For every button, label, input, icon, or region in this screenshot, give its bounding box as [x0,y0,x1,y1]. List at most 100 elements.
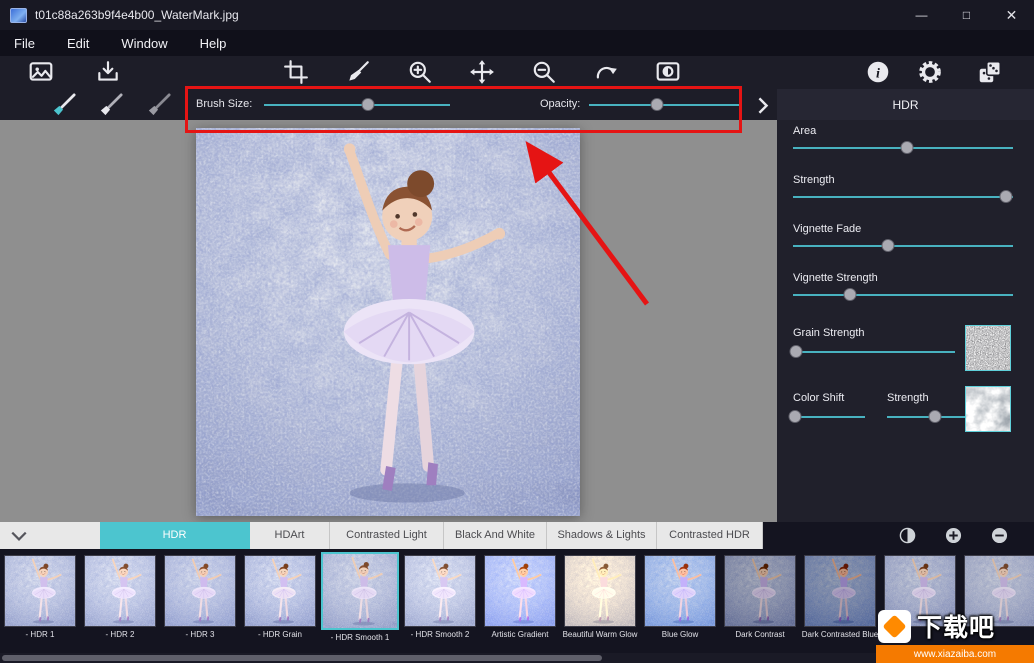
preset-thumbnail[interactable]: - HDR Smooth 2 [400,549,480,653]
preset-category-tab[interactable]: Contrasted HDR [657,522,763,549]
preset-thumbnail[interactable]: - HDR 2 [80,549,160,653]
preset-image[interactable] [164,555,236,627]
tab-label: HDR [163,529,187,541]
area-label: Area [793,125,816,137]
preset-category-tab[interactable]: HDR [100,522,250,549]
preset-image[interactable] [404,555,476,627]
redo-icon[interactable] [593,59,619,85]
preset-category-tab[interactable]: Black And White [444,522,547,549]
minimize-button[interactable]: — [899,0,944,30]
preset-thumbnail[interactable]: Dark Contrast [720,549,800,653]
grain-texture-preview[interactable] [965,325,1011,371]
image-adjust-icon[interactable] [655,59,681,85]
color-shift-strength-knob[interactable] [929,410,942,423]
tabbar-left [0,522,100,549]
preset-thumbnail[interactable]: - HDR 3 [160,549,240,653]
preset-image[interactable] [724,555,796,627]
random-dice-icon[interactable] [977,59,1003,85]
grain-strength-slider[interactable] [793,344,955,359]
preset-category-tab[interactable]: HDArt [250,522,330,549]
preset-image[interactable] [564,555,636,627]
brush-texture-icon[interactable] [97,93,125,117]
zoom-out-icon[interactable] [531,59,557,85]
effect-panel-title: HDR [777,89,1034,120]
vignette-fade-track [793,245,1013,247]
brush-options-bar: Brush Size: Opacity: [0,89,777,120]
photo-icon[interactable] [28,59,54,85]
preset-label: - HDR Grain [258,630,302,639]
preset-thumbnail[interactable]: - HDR Smooth 1 [320,549,400,653]
grain-strength-knob[interactable] [790,345,803,358]
maximize-button[interactable]: □ [944,0,989,30]
vignette-strength-label: Vignette Strength [793,272,878,284]
preset-label: Dark Contrast [735,630,784,639]
close-button[interactable]: ✕ [989,0,1034,30]
grain-strength-label: Grain Strength [793,327,865,339]
brush-size-slider[interactable] [264,97,450,112]
preset-label: Blue Glow [662,630,698,639]
strength-slider[interactable] [793,189,1013,204]
area-slider[interactable] [793,140,1013,155]
add-preset-icon[interactable] [945,527,962,544]
brush-size-track [264,104,450,106]
opacity-knob[interactable] [650,98,663,111]
window-controls: — □ ✕ [899,0,1034,30]
preset-image[interactable] [244,555,316,627]
preset-thumbnail[interactable]: Beautiful Warm Glow [560,549,640,653]
preset-image[interactable] [644,555,716,627]
color-shift-strength-slider[interactable] [887,409,967,424]
watermark-top: 下载吧 [876,607,1034,645]
settings-gear-icon[interactable] [917,59,943,85]
preset-category-tab[interactable]: Shadows & Lights [547,522,657,549]
menu-bar: File Edit Window Help [0,30,1034,56]
remove-preset-icon[interactable] [991,527,1008,544]
brush-fine-icon[interactable] [145,93,173,117]
preset-image[interactable] [84,555,156,627]
color-shift-knob[interactable] [789,410,802,423]
preset-thumbnail[interactable]: Artistic Gradient [480,549,560,653]
vignette-fade-knob[interactable] [881,239,894,252]
edited-image[interactable] [196,128,580,516]
preset-thumbnail[interactable]: Blue Glow [640,549,720,653]
brush-size-knob[interactable] [362,98,375,111]
preset-image[interactable] [4,555,76,627]
crop-icon[interactable] [283,59,309,85]
strength-knob[interactable] [1000,190,1013,203]
preset-thumbnail[interactable]: - HDR 1 [0,549,80,653]
collapse-presets-icon[interactable] [10,530,28,542]
preset-image[interactable] [804,555,876,627]
grain-strength-track [793,351,955,353]
tab-label: Shadows & Lights [557,529,645,541]
brush-soft-icon[interactable] [50,93,78,117]
menu-window[interactable]: Window [121,36,167,51]
svg-text:i: i [876,65,880,81]
menu-help[interactable]: Help [200,36,227,51]
title-bar: t01c88a263b9f4e4b00_WaterMark.jpg — □ ✕ [0,0,1034,30]
opacity-slider[interactable] [589,97,739,112]
color-shift-texture-preview[interactable] [965,386,1011,432]
preset-thumbnail[interactable]: Dark Contrasted Blue [800,549,880,653]
menu-edit[interactable]: Edit [67,36,89,51]
preset-image[interactable] [321,552,399,630]
vignette-fade-slider[interactable] [793,238,1013,253]
preset-label: Beautiful Warm Glow [563,630,638,639]
invert-colors-icon[interactable] [899,527,916,544]
scrollbar-thumb[interactable] [2,655,602,661]
preset-image[interactable] [484,555,556,627]
info-icon[interactable]: i [865,59,891,85]
move-icon[interactable] [469,59,495,85]
import-image-icon[interactable] [95,59,121,85]
area-knob[interactable] [901,141,914,154]
expand-panel-icon[interactable] [757,96,769,113]
watermark-logo-icon [878,610,911,643]
opacity-label: Opacity: [540,98,580,110]
preset-category-tab[interactable]: Contrasted Light [330,522,444,549]
vignette-strength-slider[interactable] [793,287,1013,302]
vignette-strength-track [793,294,1013,296]
paint-brush-icon[interactable] [345,59,371,85]
color-shift-slider[interactable] [793,409,865,424]
menu-file[interactable]: File [14,36,35,51]
vignette-strength-knob[interactable] [844,288,857,301]
zoom-in-icon[interactable] [407,59,433,85]
preset-thumbnail[interactable]: - HDR Grain [240,549,320,653]
